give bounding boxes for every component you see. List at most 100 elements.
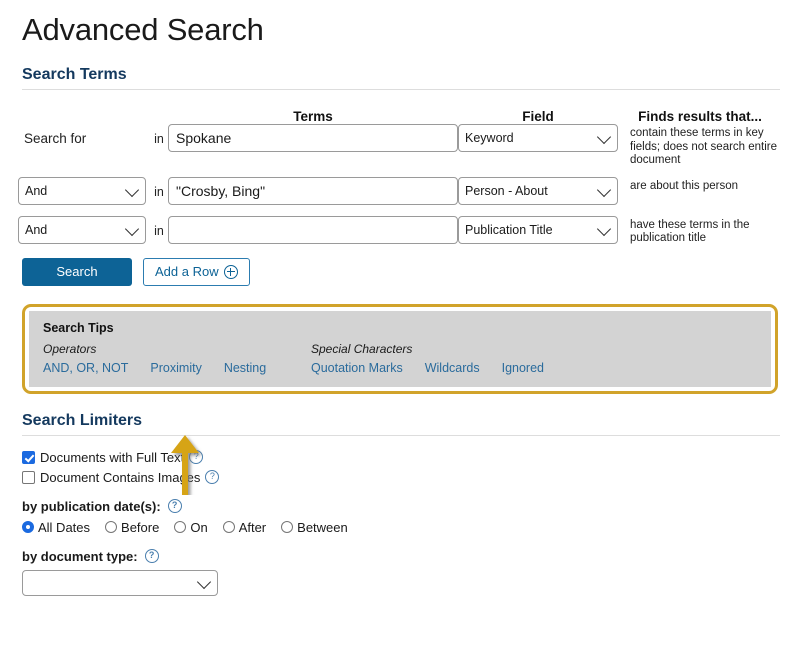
tip-link-ignored[interactable]: Ignored: [502, 361, 544, 375]
search-tips-columns: Operators AND, OR, NOT Proximity Nesting…: [43, 342, 757, 375]
add-row-label: Add a Row: [155, 264, 219, 279]
search-tips-group-special-characters: Special Characters Quotation Marks Wildc…: [311, 342, 757, 375]
search-tips-panel: Search Tips Operators AND, OR, NOT Proxi…: [22, 303, 778, 394]
advanced-search-page: Advanced Search Search Terms Terms Field…: [0, 12, 800, 596]
publication-date-label-row: by publication date(s): ?: [22, 499, 782, 514]
column-header-terms: Terms: [293, 109, 333, 124]
checkbox-document-contains-images[interactable]: [22, 470, 35, 484]
checkbox-documents-with-full-text[interactable]: [22, 450, 35, 464]
radio-all-dates[interactable]: All Dates: [22, 520, 90, 535]
document-type-label-row: by document type: ?: [22, 549, 782, 564]
search-actions: Search Add a Row: [18, 257, 782, 286]
search-term-input-2[interactable]: [168, 176, 458, 205]
radio-button-on[interactable]: [174, 521, 187, 533]
radio-button-all-dates[interactable]: [22, 521, 34, 533]
term-input-cell: [168, 176, 458, 205]
radio-label-all-dates: All Dates: [38, 519, 91, 535]
in-label: in: [154, 184, 164, 199]
operator-select-3-value: And: [25, 222, 48, 237]
limiter-contains-images[interactable]: Document Contains Images ?: [22, 470, 782, 485]
document-type-label: by document type:: [22, 548, 138, 564]
help-icon[interactable]: ?: [144, 549, 159, 563]
add-row-button[interactable]: Add a Row: [143, 257, 250, 286]
row-description-cell: have these terms in the publication titl…: [618, 216, 782, 246]
row-lead-label-cell: Search for: [18, 124, 150, 154]
checkbox-label-full-text: Documents with Full Text: [40, 449, 185, 465]
operators-subtitle: Operators: [43, 341, 97, 356]
row-description-1: contain these terms in key fields; does …: [630, 127, 778, 166]
operator-select-2-value: And: [25, 183, 48, 198]
radio-label-before: Before: [121, 519, 160, 535]
chevron-down-icon: [596, 129, 612, 145]
limiter-full-text[interactable]: Documents with Full Text ?: [22, 450, 782, 465]
search-terms-table: Terms Field Finds results that... Search…: [18, 98, 782, 286]
operator-select-3[interactable]: And: [18, 215, 146, 244]
search-terms-column-headers: Terms Field Finds results that...: [18, 98, 782, 124]
search-term-input-1[interactable]: [168, 124, 458, 152]
search-button[interactable]: Search: [22, 257, 132, 286]
help-icon[interactable]: ?: [205, 470, 220, 484]
search-term-input-3[interactable]: [168, 215, 458, 244]
row-description-cell: are about this person: [618, 177, 782, 194]
field-select-cell: Person - About: [458, 176, 618, 205]
search-term-row: Search for in Keyword contain these term…: [18, 124, 782, 168]
field-select-cell: Publication Title: [458, 215, 618, 244]
help-icon[interactable]: ?: [167, 499, 182, 513]
field-select-3-value: Publication Title: [465, 222, 553, 237]
chevron-down-icon: [124, 221, 140, 236]
column-header-finds: Finds results that...: [638, 109, 762, 124]
chevron-down-icon: [596, 182, 612, 197]
publication-date-label: by publication date(s):: [22, 498, 161, 514]
document-type-select[interactable]: [22, 569, 218, 596]
tip-link-nesting[interactable]: Nesting: [224, 361, 266, 375]
radio-after[interactable]: After: [222, 519, 267, 535]
in-label: in: [154, 132, 164, 146]
column-header-field: Field: [522, 109, 554, 124]
help-icon[interactable]: ?: [189, 450, 204, 464]
search-limiters-heading: Search Limiters: [22, 411, 143, 429]
document-type-select-wrap: [22, 569, 782, 596]
search-limiters-section: Documents with Full Text ? Document Cont…: [18, 450, 782, 596]
search-tips-group-operators: Operators AND, OR, NOT Proximity Nesting: [43, 342, 311, 375]
operator-select-cell: And: [18, 176, 150, 205]
term-input-cell: [168, 215, 458, 244]
radio-on[interactable]: On: [174, 519, 208, 535]
field-select-3[interactable]: Publication Title: [458, 215, 618, 244]
search-terms-heading: Search Terms: [22, 66, 127, 83]
special-characters-links: Quotation Marks Wildcards Ignored: [311, 361, 757, 375]
field-select-2[interactable]: Person - About: [458, 176, 618, 205]
radio-label-on: On: [190, 519, 208, 535]
radio-button-between[interactable]: [281, 521, 294, 533]
search-term-row: And in Publication Title have these term…: [18, 215, 782, 246]
radio-label-after: After: [238, 519, 267, 535]
radio-button-before[interactable]: [105, 521, 118, 533]
tip-link-and-or-not[interactable]: AND, OR, NOT: [43, 361, 128, 375]
term-input-cell: [168, 124, 458, 152]
row-description-cell: contain these terms in key fields; does …: [618, 124, 782, 168]
operator-select-2[interactable]: And: [18, 176, 146, 205]
field-select-1-value: Keyword: [465, 131, 514, 145]
radio-label-between: Between: [297, 519, 348, 535]
tip-link-quotation-marks[interactable]: Quotation Marks: [311, 361, 403, 375]
checkbox-label-contains-images: Document Contains Images: [40, 469, 201, 485]
radio-before[interactable]: Before: [105, 520, 159, 535]
plus-circle-icon: [223, 264, 238, 279]
special-characters-subtitle: Special Characters: [311, 341, 413, 356]
publication-date-options: All Dates Before On After Between: [22, 520, 782, 535]
operators-links: AND, OR, NOT Proximity Nesting: [43, 361, 311, 375]
search-term-row: And in Person - About are about this per…: [18, 176, 782, 207]
radio-button-after[interactable]: [222, 521, 235, 533]
tip-link-proximity[interactable]: Proximity: [150, 361, 201, 375]
search-terms-divider: [22, 89, 780, 90]
search-tips-title: Search Tips: [43, 320, 114, 335]
tip-link-wildcards[interactable]: Wildcards: [425, 361, 480, 375]
row-description-2: are about this person: [630, 179, 739, 192]
search-limiters-divider: [22, 434, 780, 436]
operator-select-cell: And: [18, 215, 150, 244]
chevron-down-icon: [124, 182, 140, 197]
field-select-2-value: Person - About: [465, 183, 548, 198]
search-for-label: Search for: [24, 131, 87, 146]
in-label: in: [154, 223, 164, 238]
field-select-1[interactable]: Keyword: [458, 124, 618, 152]
radio-between[interactable]: Between: [281, 520, 348, 535]
